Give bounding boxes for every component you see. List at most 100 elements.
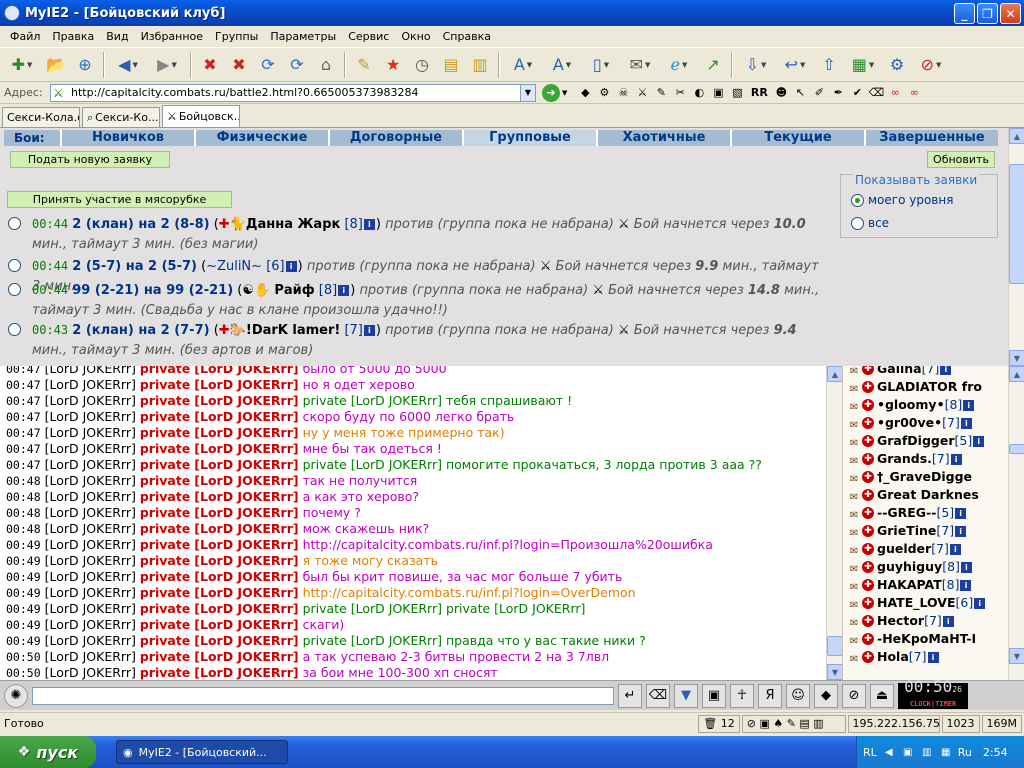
chat-input[interactable]: [32, 686, 614, 705]
tab-contract[interactable]: Договорные: [328, 130, 462, 146]
info-icon[interactable]: i: [974, 597, 986, 609]
lang-indicator[interactable]: RL: [863, 746, 877, 759]
refresh-all-icon[interactable]: ⟳: [284, 52, 310, 78]
user-name[interactable]: GLADIATOR fro: [877, 378, 982, 396]
tool-icon[interactable]: ✂: [672, 85, 688, 101]
user-list-item[interactable]: ✉ ✚ •gloomy• [8] i: [843, 396, 1008, 414]
open-icon[interactable]: 📂: [43, 52, 69, 78]
compass-icon[interactable]: ◐: [691, 85, 707, 101]
tray-monitor-icon[interactable]: ▣: [901, 745, 915, 759]
scroll-thumb[interactable]: [827, 636, 843, 656]
user-name[interactable]: guyhiguy: [877, 558, 942, 576]
chat-target[interactable]: [LorD JOKERrr]: [194, 393, 298, 408]
chat-private-label[interactable]: private: [140, 409, 190, 424]
bag-icon[interactable]: ◆: [814, 683, 838, 708]
user-list-item[interactable]: ✉ ✚ HATE_LOVE [6] i: [843, 594, 1008, 612]
user-name[interactable]: guelder: [877, 540, 931, 558]
chat-nick[interactable]: [LorD JOKERrr]: [45, 649, 136, 664]
chat-private-label[interactable]: private: [140, 377, 190, 392]
pencil-icon[interactable]: ✐: [811, 85, 827, 101]
refresh-button[interactable]: Обновить: [927, 151, 995, 168]
chat-private-label[interactable]: private: [140, 521, 190, 536]
group-icon[interactable]: ▥: [467, 52, 493, 78]
user-list-item[interactable]: ✉ ✚ --GREG-- [5] i: [843, 504, 1008, 522]
private-message-icon[interactable]: ✉: [847, 633, 861, 647]
chat-scrollbar[interactable]: ▲ ▼: [826, 366, 843, 680]
home-icon[interactable]: ⌂: [313, 52, 339, 78]
filter-icon[interactable]: ▼: [674, 683, 698, 708]
user-name[interactable]: Great Darknes: [877, 486, 979, 504]
tray-app-icon[interactable]: ▦: [939, 745, 953, 759]
private-message-icon[interactable]: ✉: [847, 366, 861, 377]
trash-counter[interactable]: 🗑 12: [698, 714, 740, 733]
history-icon[interactable]: ◷: [409, 52, 435, 78]
eraser-icon[interactable]: ⌫: [868, 85, 885, 101]
chat-private-label[interactable]: private: [140, 569, 190, 584]
chat-private-label[interactable]: private: [140, 457, 190, 472]
menu-edit[interactable]: Правка: [46, 28, 100, 45]
chat-target[interactable]: [LorD JOKERrr]: [194, 489, 298, 504]
menu-file[interactable]: Файл: [4, 28, 46, 45]
chat-target[interactable]: [LorD JOKERrr]: [194, 617, 298, 632]
info-icon[interactable]: i: [285, 261, 297, 272]
address-dropdown-icon[interactable]: ▼: [520, 84, 535, 101]
chat-nick[interactable]: [LorD JOKERrr]: [45, 633, 136, 648]
tray-network-icon[interactable]: ▥: [920, 745, 934, 759]
search-icon[interactable]: ✎: [351, 52, 377, 78]
chat-target[interactable]: [LorD JOKERrr]: [194, 505, 298, 520]
scroll-thumb[interactable]: [1009, 164, 1024, 284]
info-icon[interactable]: i: [363, 325, 375, 336]
user-name[interactable]: -HeKpoMaHT-I: [877, 630, 976, 648]
user-name[interactable]: Grands.: [877, 450, 932, 468]
private-message-icon[interactable]: ✉: [847, 507, 861, 521]
translit-icon[interactable]: Я: [758, 683, 782, 708]
font-icon[interactable]: A ▼: [505, 52, 541, 78]
undo-close-icon[interactable]: ↩ ▼: [777, 52, 813, 78]
user-name[interactable]: Hector: [877, 612, 924, 630]
chat-nick[interactable]: [LorD JOKERrr]: [45, 457, 136, 472]
chat-private-label[interactable]: private: [140, 505, 190, 520]
chat-target[interactable]: [LorD JOKERrr]: [194, 521, 298, 536]
private-message-icon[interactable]: ✉: [847, 579, 861, 593]
info-icon[interactable]: i: [338, 285, 350, 296]
pen-icon[interactable]: ✎: [653, 85, 669, 101]
chat-target[interactable]: [LorD JOKERrr]: [194, 366, 298, 376]
menu-groups[interactable]: Группы: [209, 28, 264, 45]
private-message-icon[interactable]: ✉: [847, 615, 861, 629]
user-list-item[interactable]: ✉ ✚ Hector [7] i: [843, 612, 1008, 630]
skull-icon[interactable]: ☠: [615, 85, 631, 101]
block-icon[interactable]: ⊘ ▼: [913, 52, 949, 78]
chat-private-label[interactable]: private: [140, 601, 190, 616]
tab-sexy-cola-1[interactable]: Секси-Кола.с...: [2, 107, 80, 127]
info-icon[interactable]: i: [960, 417, 972, 429]
chat-target[interactable]: [LorD JOKERrr]: [194, 377, 298, 392]
exit-icon[interactable]: ⏏: [870, 683, 894, 708]
menu-help[interactable]: Справка: [437, 28, 497, 45]
chat-nick[interactable]: [LorD JOKERrr]: [45, 537, 136, 552]
chat-nick[interactable]: [LorD JOKERrr]: [45, 585, 136, 600]
scroll-down-icon[interactable]: ▼: [827, 664, 843, 680]
menu-window[interactable]: Окно: [395, 28, 436, 45]
forward-icon[interactable]: ▶ ▼: [149, 52, 185, 78]
chat-nick[interactable]: [LorD JOKERrr]: [45, 505, 136, 520]
chat-private-label[interactable]: private: [140, 489, 190, 504]
mail-icon[interactable]: ✉ ▼: [622, 52, 658, 78]
menu-tools[interactable]: Сервис: [342, 28, 395, 45]
radio-all[interactable]: [851, 216, 864, 230]
tab-newbies[interactable]: Новичков: [60, 130, 194, 146]
chat-nick[interactable]: [LorD JOKERrr]: [45, 617, 136, 632]
stop-icon[interactable]: ✖: [197, 52, 223, 78]
chat-target[interactable]: [LorD JOKERrr]: [194, 441, 298, 456]
chat-nick[interactable]: [LorD JOKERrr]: [45, 409, 136, 424]
chat-nick[interactable]: [LorD JOKERrr]: [45, 553, 136, 568]
brush-icon[interactable]: ✒: [830, 85, 846, 101]
user-name[interactable]: HATE_LOVE: [877, 594, 956, 612]
user-list-item[interactable]: ✉ ✚ guyhiguy [8] i: [843, 558, 1008, 576]
user-list-item[interactable]: ✉ ✚ GrieTine [7] i: [843, 522, 1008, 540]
user-name[interactable]: GrieTine: [877, 522, 936, 540]
private-message-icon[interactable]: ✉: [847, 399, 861, 413]
stop-all-icon[interactable]: ✖: [226, 52, 252, 78]
user-list-item[interactable]: ✉ ✚ guelder [7] i: [843, 540, 1008, 558]
chat-target[interactable]: [LorD JOKERrr]: [194, 553, 298, 568]
tab-physical[interactable]: Физические: [194, 130, 328, 146]
